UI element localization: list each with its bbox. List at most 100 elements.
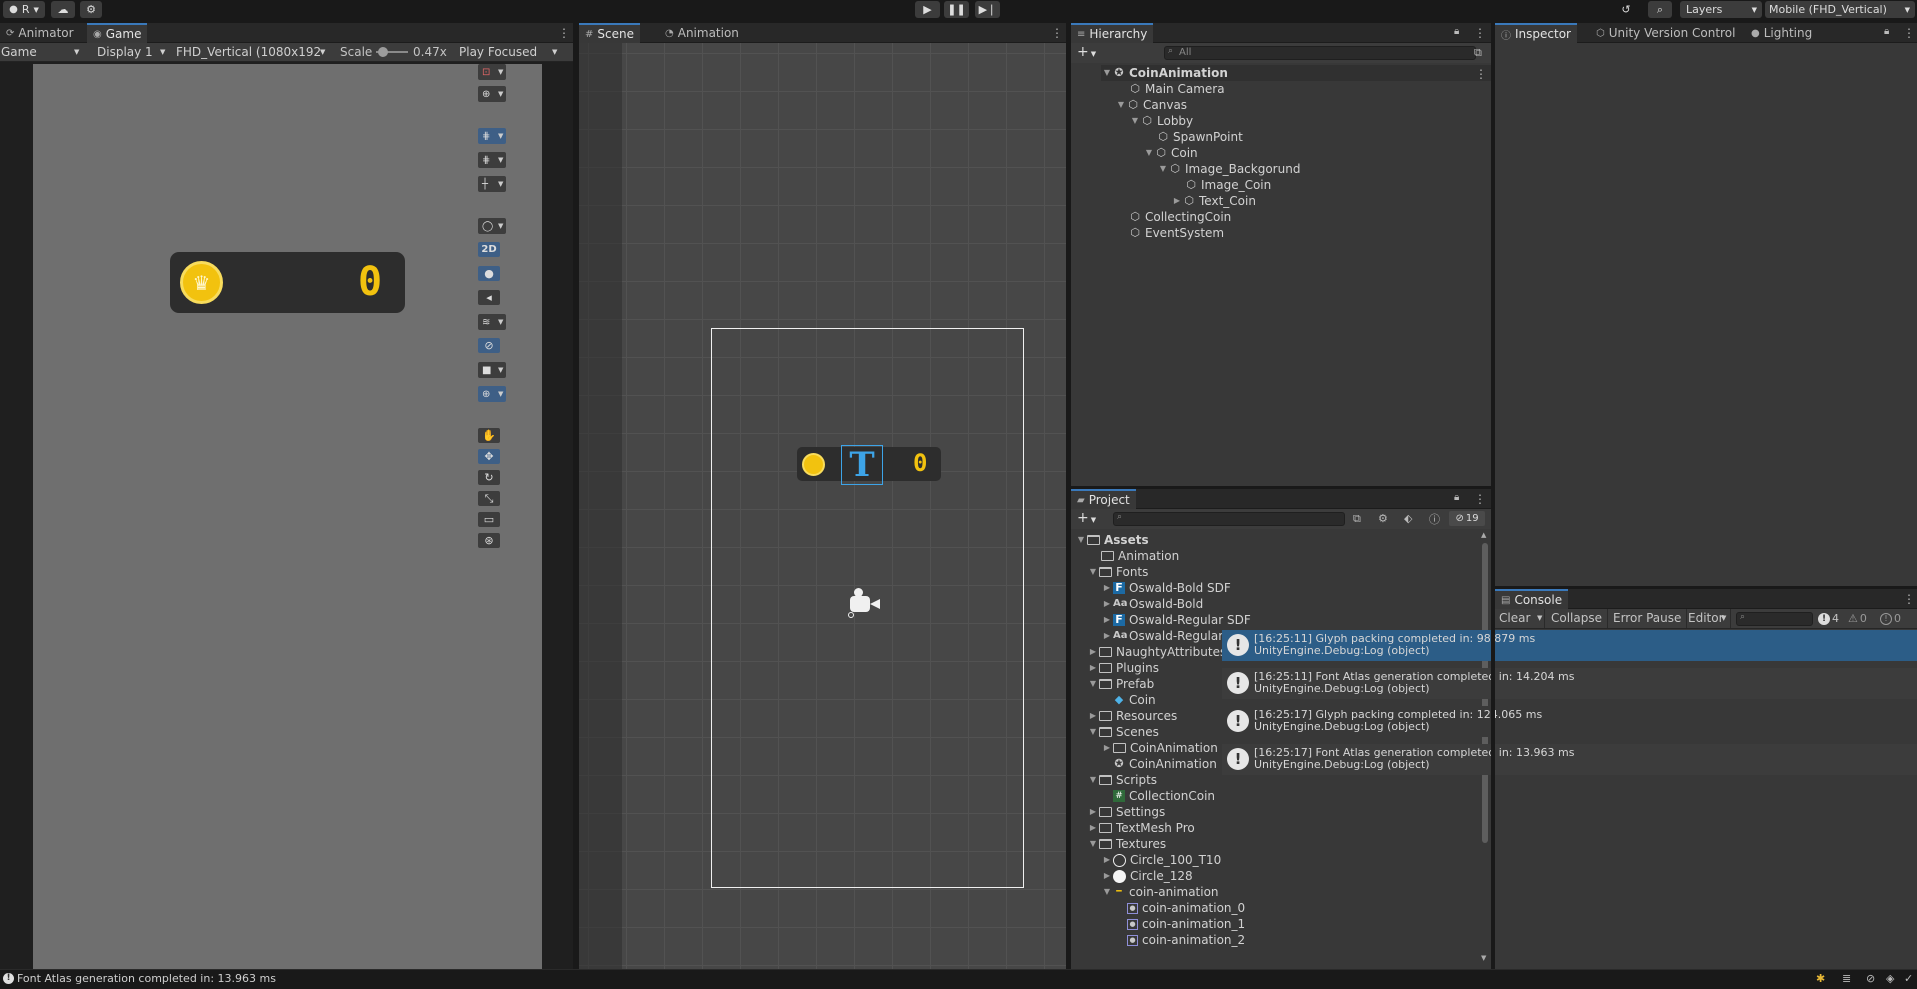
bug-icon[interactable]: ✱ <box>1816 972 1825 985</box>
project-item[interactable]: ▶ Aa Oswald-Bold <box>1101 596 1203 612</box>
play-button[interactable]: ▶ <box>915 1 940 18</box>
console-log-entry[interactable]: ! [16:25:17] Font Atlas generation compl… <box>1222 744 1917 775</box>
project-item[interactable]: ◆ Coin <box>1113 692 1156 708</box>
hierarchy-item[interactable]: ▼ ⬡ Canvas <box>1115 97 1187 113</box>
hierarchy-item[interactable]: ▼ ⬡ Lobby <box>1129 113 1193 129</box>
transform-tool[interactable]: ⊛ <box>478 533 500 548</box>
tab-animator[interactable]: ⟳ Animator <box>0 23 80 43</box>
hand-tool[interactable]: ✋ <box>478 428 500 443</box>
hierarchy-item[interactable]: ⬡ Image_Coin <box>1185 177 1271 193</box>
camera-gizmo-icon[interactable] <box>846 588 882 618</box>
clear-button[interactable]: Clear ▼ <box>1495 609 1545 628</box>
lock-icon[interactable]: 🔒︎ <box>1884 26 1889 37</box>
project-item[interactable]: ▶ TextMesh Pro <box>1087 820 1195 836</box>
tab-game[interactable]: ◉ Game <box>87 23 148 43</box>
project-item[interactable]: ▶ Circle_100_T10 <box>1101 852 1221 868</box>
global-local-dropdown[interactable]: ⊕ ▼ <box>478 86 506 102</box>
check-icon[interactable]: ✓ <box>1904 972 1913 985</box>
scale-tool[interactable]: ⤡ <box>478 491 500 506</box>
ruler-dropdown[interactable]: ┼ ▼ <box>478 176 506 192</box>
project-item[interactable]: ▼ Assets <box>1075 532 1149 548</box>
account-button[interactable]: ● R ▼ <box>3 1 45 18</box>
status-message[interactable]: Font Atlas generation completed in: 13.9… <box>17 972 276 985</box>
info-count-toggle[interactable]: ! 4 <box>1818 611 1839 626</box>
project-item[interactable]: ▶ NaughtyAttributes <box>1087 644 1226 660</box>
project-item[interactable]: ▼ Prefab <box>1087 676 1154 692</box>
project-item[interactable]: ▼ Textures <box>1087 836 1166 852</box>
hierarchy-item[interactable]: ⬡ Main Camera <box>1129 81 1224 97</box>
filter-type-icon[interactable]: ⚙ <box>1378 512 1388 525</box>
rect-tool[interactable]: ▭ <box>478 512 500 527</box>
history-button[interactable]: ↺ <box>1614 1 1638 18</box>
console-log-entry[interactable]: ! [16:25:17] Glyph packing completed in:… <box>1222 706 1917 737</box>
create-button[interactable]: + ▼ <box>1077 510 1096 526</box>
tab-animation[interactable]: ◔ Animation <box>659 23 745 43</box>
error-pause-button[interactable]: Error Pause <box>1608 609 1688 628</box>
text-gizmo[interactable]: T <box>841 445 883 485</box>
tab-console[interactable]: ▤ Console <box>1495 589 1569 609</box>
network-icon[interactable]: ⊘ <box>1866 972 1875 985</box>
layers-dropdown[interactable]: Layers ▼ <box>1680 1 1762 18</box>
scene-search-icon[interactable]: ⧉ <box>1474 46 1482 60</box>
transform-tool-dropdown[interactable]: ⊡ ▼ <box>478 64 506 80</box>
step-button[interactable]: ▶❘ <box>975 1 1000 18</box>
more-icon[interactable]: ⋮ <box>1903 592 1915 606</box>
project-item[interactable]: ▶ CoinAnimation <box>1101 740 1218 756</box>
collab-button[interactable]: ⚙ <box>80 1 102 18</box>
cache-server-icon[interactable]: ≣ <box>1842 972 1851 985</box>
project-item[interactable]: # CollectionCoin <box>1113 788 1215 804</box>
project-item[interactable]: ▶ Plugins <box>1087 660 1159 676</box>
hierarchy-item[interactable]: ▶ ⬡ Text_Coin <box>1171 193 1256 209</box>
hierarchy-item[interactable]: ⬡ CollectingCoin <box>1129 209 1231 225</box>
search-button[interactable]: ⌕ <box>1648 1 1672 18</box>
project-item[interactable]: ▶ F Oswald-Regular SDF <box>1101 612 1251 628</box>
audio-toggle[interactable]: ◂ <box>478 290 500 305</box>
effects-dropdown[interactable]: ≋ ▼ <box>478 314 506 330</box>
scene-viewport[interactable]: T 0 <box>579 43 1066 969</box>
more-icon[interactable]: ⋮ <box>1051 26 1063 40</box>
project-item[interactable]: ▼ Scripts <box>1087 772 1157 788</box>
project-search-input[interactable] <box>1113 512 1345 526</box>
search-by-type-icon[interactable]: ⧉ <box>1353 512 1361 526</box>
pause-button[interactable]: ❚❚ <box>944 1 969 18</box>
scene-coin-counter[interactable]: T 0 <box>797 445 941 485</box>
more-icon[interactable]: ⋮ <box>1474 26 1486 40</box>
project-item[interactable]: ✪ CoinAnimation <box>1113 756 1216 772</box>
lock-icon[interactable]: 🔒︎ <box>1454 492 1459 503</box>
project-item[interactable]: ▶ Aa Oswald-Regular <box>1101 628 1223 644</box>
visibility-toggle[interactable]: ⊘ <box>478 338 500 353</box>
project-item[interactable]: ▼ Fonts <box>1087 564 1148 580</box>
project-item[interactable]: ● coin-animation_2 <box>1127 932 1245 948</box>
tab-lighting[interactable]: ● Lighting <box>1745 23 1818 43</box>
shading-mode-dropdown[interactable]: ◯ ▼ <box>478 218 506 234</box>
console-search-input[interactable] <box>1736 612 1813 626</box>
layers-status-icon[interactable]: ◈ <box>1886 972 1894 985</box>
resolution-dropdown[interactable]: FHD_Vertical (1080x1920) ▼ <box>176 45 330 59</box>
add-button[interactable]: + ▼ <box>1077 44 1096 60</box>
project-item[interactable]: ▶ Circle_128 <box>1101 868 1193 884</box>
grid-snap-dropdown[interactable]: ⋕ ▼ <box>478 128 506 144</box>
warning-count-toggle[interactable]: ⚠ 0 <box>1848 611 1867 626</box>
hierarchy-item[interactable]: ▼ ⬡ Coin <box>1143 145 1198 161</box>
gizmos-dropdown[interactable]: ⊕ ▼ <box>478 386 506 402</box>
more-icon[interactable]: ⋮ <box>558 26 570 40</box>
label-icon[interactable]: ⬖ <box>1404 512 1412 525</box>
tab-hierarchy[interactable]: ≡ Hierarchy <box>1071 23 1154 43</box>
toggle-2d-button[interactable]: 2D <box>478 242 500 257</box>
scale-slider-handle[interactable] <box>378 47 388 57</box>
increment-snap-dropdown[interactable]: ⋕ ▼ <box>478 152 506 168</box>
lock-icon[interactable]: 🔒︎ <box>1454 26 1459 37</box>
tab-inspector[interactable]: ⓘ Inspector <box>1495 23 1577 43</box>
cloud-button[interactable]: ☁ <box>51 1 75 18</box>
lighting-toggle[interactable]: ● <box>478 266 500 281</box>
project-item[interactable]: ● coin-animation_1 <box>1127 916 1245 932</box>
collapse-button[interactable]: Collapse <box>1546 609 1608 628</box>
rotate-tool[interactable]: ↻ <box>478 470 500 485</box>
editor-dropdown[interactable]: Editor ▼ <box>1683 609 1731 628</box>
tab-project[interactable]: ▰ Project <box>1071 489 1136 509</box>
tab-unity-version-control[interactable]: ⬡ Unity Version Control <box>1590 23 1741 43</box>
more-icon[interactable]: ⋮ <box>1474 492 1486 506</box>
project-item[interactable]: ▶ F Oswald-Bold SDF <box>1101 580 1231 596</box>
info-filter-icon[interactable]: ⓘ <box>1429 511 1440 527</box>
more-icon[interactable]: ⋮ <box>1903 26 1915 40</box>
